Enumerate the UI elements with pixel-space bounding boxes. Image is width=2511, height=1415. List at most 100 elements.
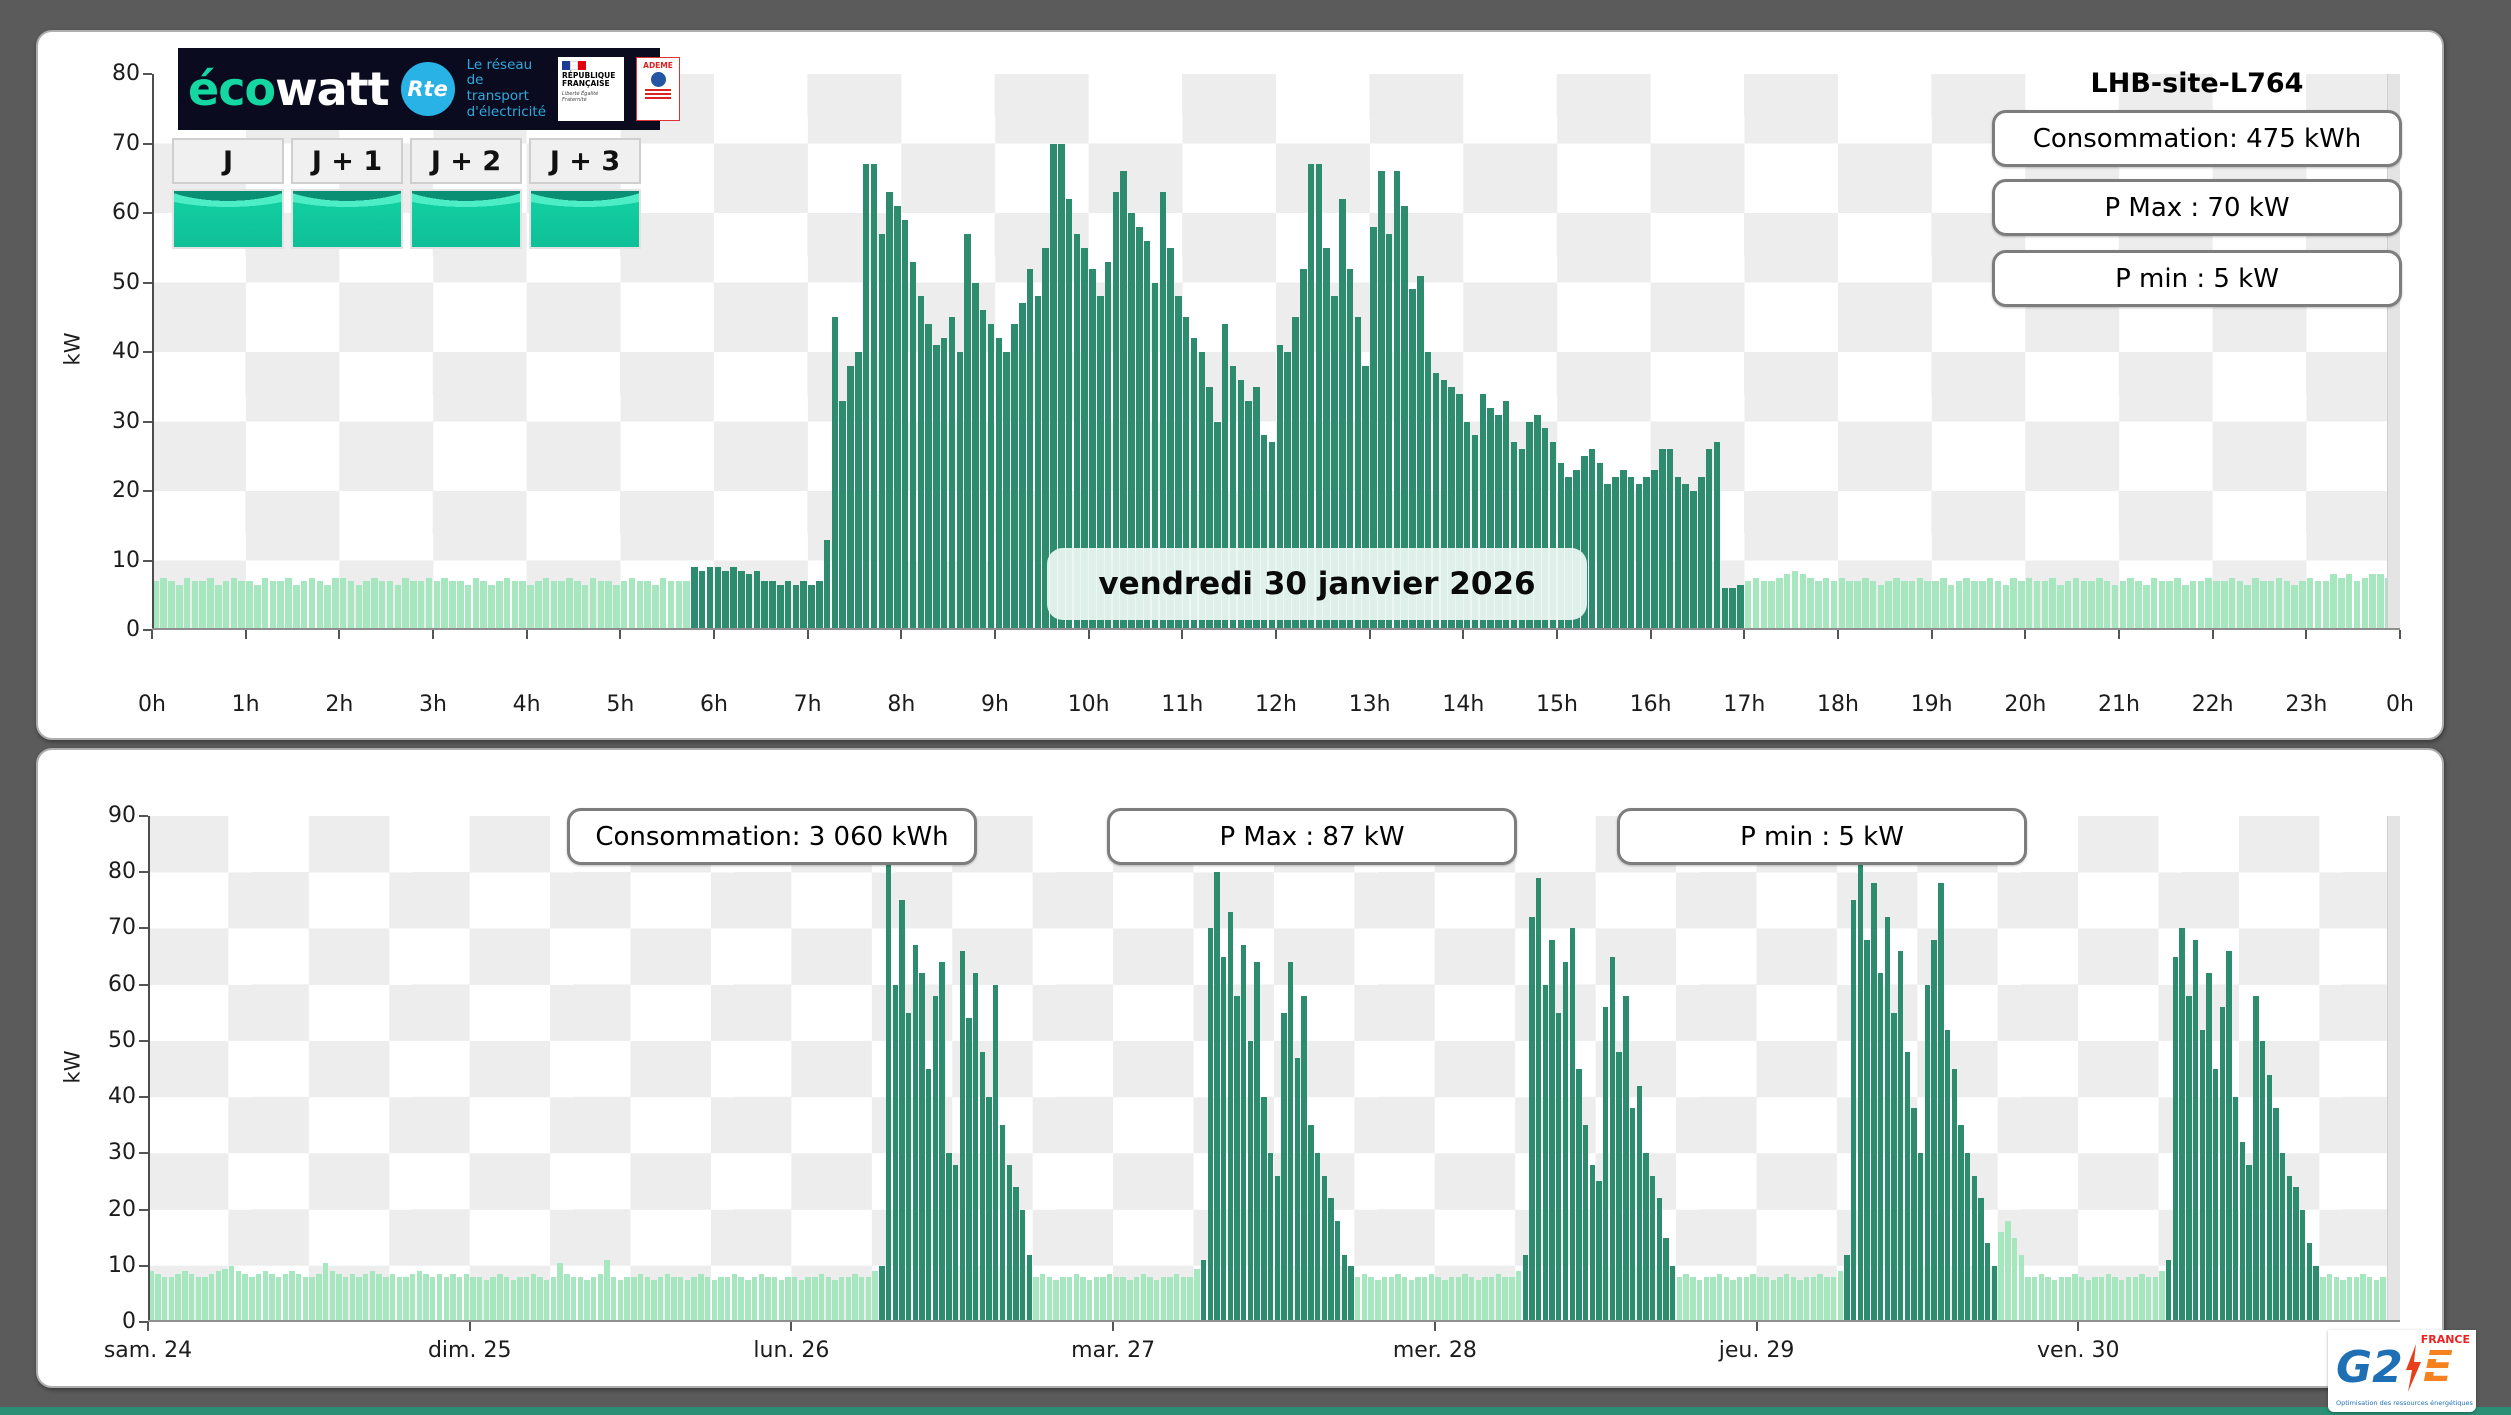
bar xyxy=(2182,584,2189,630)
tab-j1[interactable]: J + 1 xyxy=(291,138,403,249)
y-tick-mark xyxy=(143,420,152,423)
bar xyxy=(1509,1277,1515,1322)
bar xyxy=(208,1274,215,1322)
day-tabs: J J + 1 J + 2 J + 3 xyxy=(172,138,641,249)
x-tick-label: 11h xyxy=(1161,692,1204,717)
x-tick-mark xyxy=(2077,1322,2080,1331)
daily-chart-panel: kW écowatt Rte Le réseau de transport d'… xyxy=(36,30,2444,740)
bar xyxy=(456,1277,463,1322)
bar xyxy=(1857,832,1864,1322)
bar xyxy=(2306,1243,2313,1322)
stat-consommation-day: Consommation: 475 kWh xyxy=(1992,110,2402,167)
y-tick-label: 80 xyxy=(112,61,140,86)
bar xyxy=(488,584,495,630)
y-tick-label: 0 xyxy=(126,617,140,642)
bar xyxy=(1254,962,1260,1322)
bar xyxy=(1864,939,1870,1322)
bar xyxy=(979,310,987,630)
x-tick-mark xyxy=(1181,630,1184,639)
bar xyxy=(523,1277,530,1322)
y-tick-label: 90 xyxy=(108,803,136,828)
tab-j-thumbnail[interactable] xyxy=(172,189,284,249)
x-tick-mark xyxy=(1433,1322,1436,1331)
bar xyxy=(2228,577,2236,630)
bar xyxy=(242,1274,248,1322)
x-tick-label: ven. 30 xyxy=(2037,1338,2120,1363)
rte-logo: Rte xyxy=(400,62,455,116)
bar xyxy=(1676,1277,1683,1322)
bar xyxy=(550,581,558,630)
bar xyxy=(644,1277,650,1322)
bar xyxy=(1627,477,1635,630)
bar xyxy=(624,1277,630,1322)
y-tick-mark xyxy=(139,1264,148,1267)
bar xyxy=(2125,1277,2132,1322)
bar xyxy=(285,577,292,630)
bar xyxy=(584,1279,590,1322)
tab-j3-thumbnail[interactable] xyxy=(529,189,641,249)
bar xyxy=(230,577,238,630)
tab-j2[interactable]: J + 2 xyxy=(410,138,522,249)
bar xyxy=(497,1274,503,1322)
bar xyxy=(986,1097,992,1322)
bar xyxy=(2199,1029,2205,1322)
bar xyxy=(1682,484,1689,630)
bar xyxy=(730,567,737,630)
bar xyxy=(2300,1209,2306,1322)
bar xyxy=(1267,1153,1274,1322)
bar xyxy=(1770,1279,1776,1322)
bar xyxy=(2360,1274,2366,1322)
tab-j3[interactable]: J + 3 xyxy=(529,138,641,249)
tab-j2-thumbnail[interactable] xyxy=(410,189,522,249)
bar xyxy=(738,570,745,630)
x-tick-label: 2h xyxy=(325,692,354,717)
bar xyxy=(416,1271,423,1322)
bar xyxy=(956,352,964,630)
y-tick-label: 10 xyxy=(108,1252,136,1278)
bar xyxy=(2206,973,2212,1322)
x-tick-label: sam. 24 xyxy=(103,1338,193,1363)
tab-j1-thumbnail[interactable] xyxy=(291,189,403,249)
bar xyxy=(1241,945,1247,1322)
date-label: vendredi 30 janvier 2026 xyxy=(1047,548,1587,620)
bar xyxy=(725,1277,731,1322)
bar xyxy=(246,581,253,630)
bar xyxy=(800,581,807,630)
scrollbar-gutter[interactable] xyxy=(2387,816,2400,1322)
bar xyxy=(2033,581,2041,630)
bar xyxy=(678,1277,684,1322)
bar xyxy=(1147,1277,1153,1322)
bar xyxy=(1885,581,1892,630)
bar xyxy=(1596,1181,1602,1322)
bar xyxy=(1328,1198,1334,1322)
bar xyxy=(2085,1279,2091,1322)
bar xyxy=(2127,577,2134,630)
tab-j[interactable]: J xyxy=(172,138,284,249)
bar xyxy=(577,1277,583,1322)
y-tick-label: 30 xyxy=(108,1140,136,1166)
bar xyxy=(1947,584,1955,630)
bar xyxy=(939,962,945,1322)
bar xyxy=(2096,577,2103,630)
x-tick-mark xyxy=(2399,630,2401,639)
g2e-logo: FRANCE G2 E Optimisation des ressources … xyxy=(2328,1330,2476,1412)
bar xyxy=(2179,928,2185,1322)
y-tick-label: 60 xyxy=(108,971,136,997)
bar xyxy=(566,577,573,630)
x-tick-label: dim. 25 xyxy=(427,1338,512,1363)
bar xyxy=(1435,1277,1441,1322)
y-tick-mark xyxy=(139,815,148,817)
bar xyxy=(2011,1237,2018,1322)
y-tick-mark xyxy=(143,73,152,75)
bar xyxy=(1604,484,1611,630)
bar xyxy=(470,1277,476,1322)
bar xyxy=(683,581,690,630)
bar xyxy=(628,577,636,630)
bar xyxy=(859,1277,865,1322)
bar xyxy=(1643,477,1650,630)
y-tick-mark xyxy=(143,281,152,284)
bar xyxy=(386,581,394,630)
bar xyxy=(2293,1187,2299,1322)
x-tick-label: 6h xyxy=(700,692,728,717)
bar xyxy=(410,581,417,630)
